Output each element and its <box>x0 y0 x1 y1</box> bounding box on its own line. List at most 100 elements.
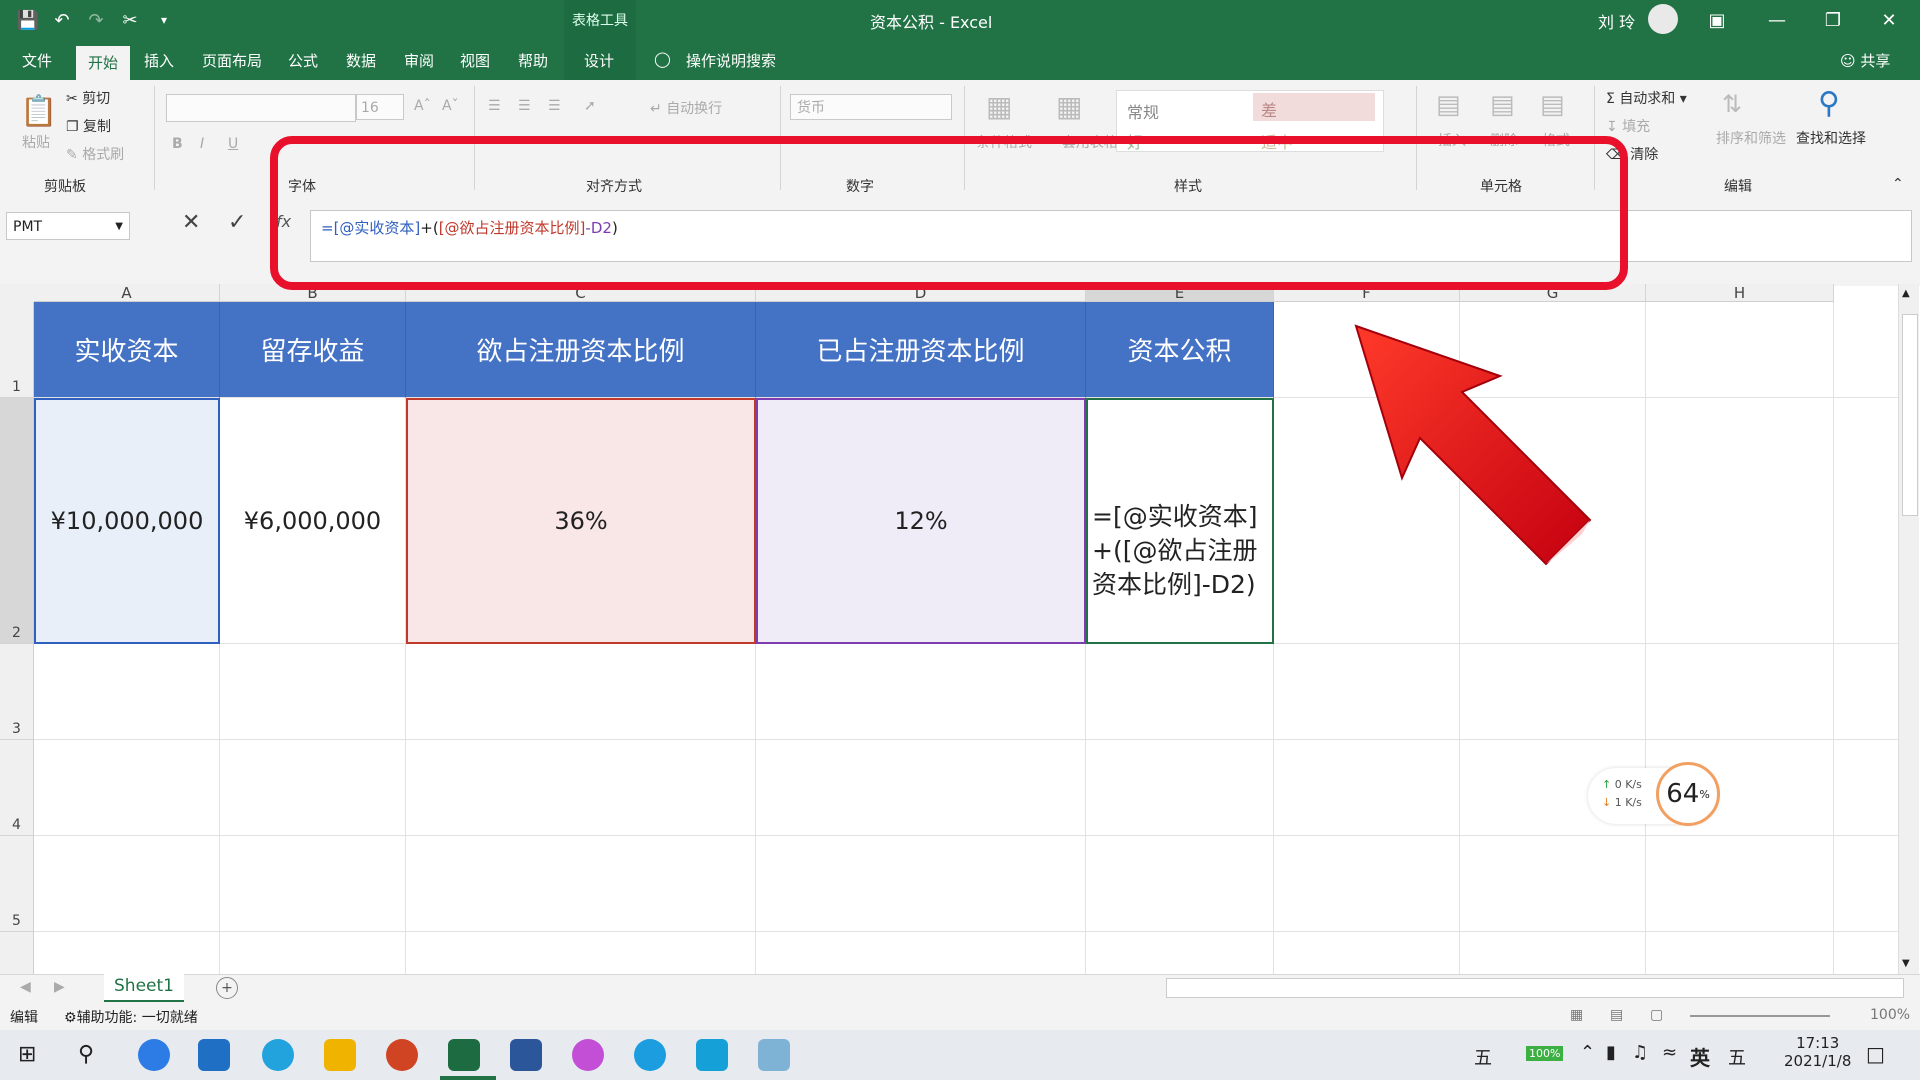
font-name-select[interactable] <box>166 94 356 122</box>
cancel-icon[interactable]: ✕ <box>182 210 200 235</box>
empty-cell[interactable] <box>1274 932 1460 976</box>
paint-icon[interactable] <box>572 1039 604 1071</box>
format-painter-button[interactable]: ✎ 格式刷 <box>66 144 124 164</box>
tell-me-search[interactable]: 操作说明搜索 <box>686 50 776 71</box>
language-indicator[interactable]: 英 <box>1690 1042 1710 1071</box>
cell-e2-editing[interactable]: =[@实收资本]+([@欲占注册资本比例]-D2) <box>1086 398 1274 644</box>
scroll-down-icon[interactable]: ▼ <box>1902 958 1910 969</box>
prev-sheet-icon[interactable]: ◀ <box>20 979 31 995</box>
excel-icon[interactable] <box>448 1039 480 1071</box>
empty-cell[interactable] <box>406 740 756 836</box>
ribbon-display-icon[interactable]: ▣ <box>1700 6 1734 34</box>
row-header-5[interactable]: 5 <box>0 836 34 932</box>
zoom-level[interactable]: 100% <box>1870 1007 1910 1023</box>
header-cell-capital-reserve[interactable]: 资本公积 <box>1086 302 1274 398</box>
fill-button[interactable]: ↧ 填充 <box>1606 116 1650 136</box>
empty-cell[interactable] <box>34 644 220 740</box>
style-normal[interactable]: 常规 <box>1127 99 1159 123</box>
save-icon[interactable]: 💾 <box>14 6 42 34</box>
avatar[interactable] <box>1648 4 1678 34</box>
empty-cell[interactable] <box>220 932 406 976</box>
vertical-scrollbar[interactable]: ▲ ▼ <box>1898 284 1919 976</box>
collapse-ribbon-icon[interactable]: ⌃ <box>1892 176 1904 192</box>
empty-cell[interactable] <box>1834 644 1900 740</box>
tab-data[interactable]: 数据 <box>346 50 376 71</box>
empty-cell[interactable] <box>1460 836 1646 932</box>
cell-c2[interactable]: 36% <box>406 398 756 644</box>
row-header-2[interactable]: 2 <box>0 398 34 644</box>
restore-icon[interactable]: ❐ <box>1816 6 1850 34</box>
empty-cell[interactable] <box>1086 932 1274 976</box>
row-header-4[interactable]: 4 <box>0 740 34 836</box>
empty-cell[interactable] <box>1646 836 1834 932</box>
tab-review[interactable]: 审阅 <box>404 50 434 71</box>
align-bottom-icon[interactable]: ☰ <box>548 98 561 114</box>
app-blue-icon[interactable] <box>696 1039 728 1071</box>
paste-icon[interactable]: 📋 <box>20 94 57 129</box>
header-cell-actual-capital[interactable]: 实收资本 <box>34 302 220 398</box>
tab-design[interactable]: 设计 <box>584 50 614 71</box>
tab-page-layout[interactable]: 页面布局 <box>202 50 262 71</box>
underline-button[interactable]: U <box>228 136 238 152</box>
copy-button[interactable]: ❐ 复制 <box>66 116 111 136</box>
windows-start-icon[interactable]: ⊞ <box>18 1042 36 1067</box>
share-button[interactable]: ☺ 共享 <box>1840 50 1890 71</box>
paste-label[interactable]: 粘贴 <box>22 132 50 152</box>
sheet-tab-sheet1[interactable]: Sheet1 <box>104 974 184 1003</box>
page-break-view-icon[interactable]: ▢ <box>1650 1007 1663 1023</box>
autosum-button[interactable]: Σ 自动求和 ▾ <box>1606 88 1687 108</box>
normal-view-icon[interactable]: ▦ <box>1570 1007 1583 1023</box>
next-sheet-icon[interactable]: ▶ <box>54 979 65 995</box>
empty-cell[interactable] <box>1274 644 1460 740</box>
bold-button[interactable]: B <box>172 136 183 152</box>
empty-cell[interactable] <box>220 740 406 836</box>
browser-e-icon[interactable] <box>262 1039 294 1071</box>
user-name[interactable]: 刘 玲 <box>1598 9 1635 33</box>
empty-cell[interactable] <box>1834 302 1900 398</box>
header-cell-current-ratio[interactable]: 已占注册资本比例 <box>756 302 1086 398</box>
cut-button[interactable]: ✂ 剪切 <box>66 88 110 108</box>
empty-cell[interactable] <box>1646 932 1834 976</box>
empty-cell[interactable] <box>34 740 220 836</box>
battery-indicator[interactable]: 100% <box>1526 1046 1564 1061</box>
ime-indicator[interactable]: 五 <box>1474 1044 1492 1070</box>
empty-cell[interactable] <box>1834 398 1900 644</box>
column-header-a[interactable]: A <box>34 284 220 302</box>
empty-cell[interactable] <box>1086 836 1274 932</box>
select-all-corner[interactable] <box>0 284 35 303</box>
powerpoint-icon[interactable] <box>386 1039 418 1071</box>
redo-icon[interactable]: ↷ <box>82 6 110 34</box>
close-icon[interactable]: ✕ <box>1872 6 1906 34</box>
edge-icon[interactable] <box>634 1039 666 1071</box>
search-icon[interactable]: ⚲ <box>1818 86 1840 121</box>
wifi-icon[interactable]: ≈ <box>1662 1042 1677 1063</box>
sort-filter-label[interactable]: 排序和筛选 <box>1716 128 1786 148</box>
horizontal-scrollbar[interactable] <box>1166 978 1904 998</box>
app-l-icon[interactable] <box>138 1039 170 1071</box>
empty-cell[interactable] <box>756 740 1086 836</box>
empty-cell[interactable] <box>1460 932 1646 976</box>
font-size-select[interactable]: 16 <box>356 94 404 120</box>
tab-file[interactable]: 文件 <box>22 50 52 71</box>
file-explorer-icon[interactable] <box>324 1039 356 1071</box>
ime2-indicator[interactable]: 五 <box>1728 1044 1746 1070</box>
app-light-icon[interactable] <box>758 1039 790 1071</box>
tab-help[interactable]: 帮助 <box>518 50 548 71</box>
customize-qat-icon[interactable]: ▾ <box>150 6 178 34</box>
worksheet-grid[interactable]: A B C D E F G H 1 2 3 4 5 实收资本 留存收益 欲占注册… <box>0 284 1900 976</box>
scissors-icon[interactable]: ✂ <box>116 6 144 34</box>
clock[interactable]: 17:13 2021/1/8 <box>1784 1034 1851 1070</box>
scroll-thumb[interactable] <box>1902 314 1918 516</box>
align-middle-icon[interactable]: ☰ <box>518 98 531 114</box>
name-box[interactable]: PMT ▼ <box>6 212 130 240</box>
empty-cell[interactable] <box>34 932 220 976</box>
tab-insert[interactable]: 插入 <box>144 50 174 71</box>
find-select-label[interactable]: 查找和选择 <box>1796 128 1866 148</box>
enter-icon[interactable]: ✓ <box>228 210 246 235</box>
undo-icon[interactable]: ↶ <box>48 6 76 34</box>
row-header-6[interactable] <box>0 932 34 976</box>
search-icon[interactable]: ⚲ <box>78 1042 94 1067</box>
tab-view[interactable]: 视图 <box>460 50 490 71</box>
style-bad[interactable]: 差 <box>1253 93 1375 121</box>
cell-b2[interactable]: ¥6,000,000 <box>220 398 406 644</box>
